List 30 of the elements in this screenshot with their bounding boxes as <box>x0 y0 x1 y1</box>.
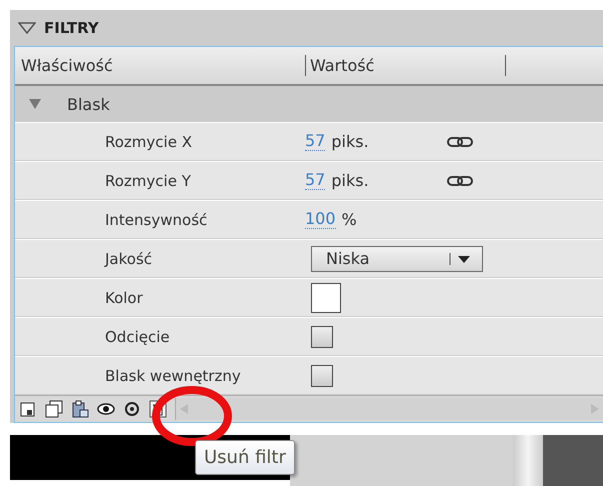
column-heading[interactable]: Wartość <box>305 55 505 76</box>
column-heading[interactable]: Właściwość <box>15 47 305 84</box>
reset-icon[interactable] <box>123 400 141 418</box>
property-label: Intensywność <box>104 210 208 228</box>
unit-label: piks. <box>331 132 370 151</box>
chain-link-icon[interactable] <box>447 136 474 148</box>
property-label: Kolor <box>104 288 144 306</box>
property-label: Rozmycie Y <box>104 172 192 190</box>
unit-label: % <box>342 210 358 229</box>
filter-name: Blask <box>67 94 110 114</box>
collapse-triangle-icon[interactable] <box>18 22 36 34</box>
panel-title: FILTRY <box>44 19 99 37</box>
tooltip: Usuń filtr <box>195 440 295 475</box>
vertical-scrollbar[interactable] <box>513 435 543 486</box>
side-panel <box>543 435 603 486</box>
filter-group-row[interactable]: Blask <box>15 86 603 122</box>
quality-dropdown[interactable]: Niska <box>311 246 483 272</box>
color-swatch[interactable] <box>311 282 341 312</box>
chain-link-icon[interactable] <box>447 174 474 186</box>
expand-triangle-icon[interactable] <box>29 99 41 109</box>
property-label: Jakość <box>103 250 154 268</box>
clipboard-icon[interactable] <box>71 400 89 418</box>
property-label: Blask wewnętrzny <box>104 366 242 384</box>
duplicate-icon[interactable] <box>45 400 63 418</box>
property-label: Rozmycie X <box>104 132 193 150</box>
property-label: Odcięcie <box>104 328 171 346</box>
checkbox[interactable] <box>311 364 333 386</box>
unit-label: piks. <box>331 171 370 190</box>
checkbox[interactable] <box>311 326 333 348</box>
add-filter-icon[interactable] <box>19 400 37 418</box>
